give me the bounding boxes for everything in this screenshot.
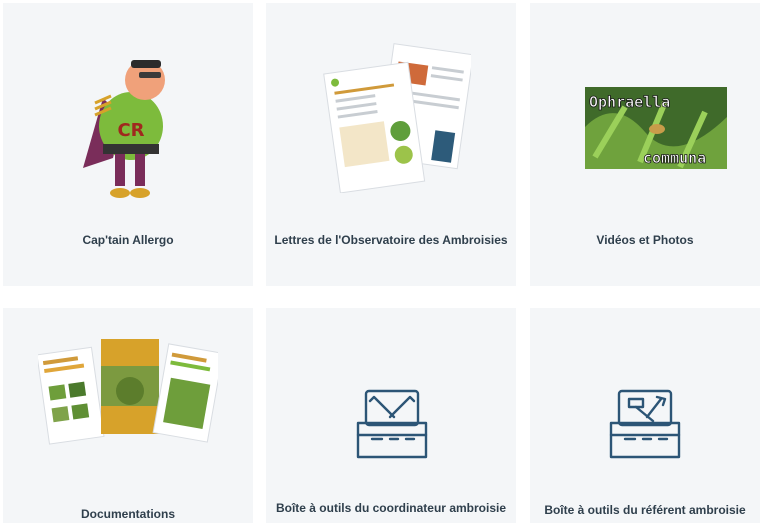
captain-allergo-mascot-icon: CR — [73, 48, 183, 203]
card-label: Lettres de l'Observatoire des Ambroisies — [274, 233, 508, 247]
card-toolbox-referent[interactable]: Boîte à outils du référent ambroisie — [530, 308, 760, 523]
card-captain-allergo[interactable]: CR Cap'tain Allergo — [3, 3, 253, 286]
video-title-line1: Ophraella — [589, 93, 670, 111]
card-lettres-observatoire[interactable]: Lettres de l'Observatoire des Ambroisies — [266, 3, 516, 286]
card-label: Cap'tain Allergo — [82, 233, 174, 247]
brochures-icon — [38, 336, 218, 446]
toolbox-hammer-icon — [607, 385, 683, 461]
svg-text:CR: CR — [117, 120, 144, 141]
card-toolbox-coordinateur[interactable]: Boîte à outils du coordinateur ambroisie — [266, 308, 516, 523]
newsletter-pages-icon — [321, 43, 471, 193]
card-label: Vidéos et Photos — [596, 233, 694, 247]
card-videos-photos[interactable]: Ophraella communa Vidéos et Photos — [530, 3, 760, 286]
video-thumbnail: Ophraella communa — [585, 87, 727, 169]
resource-grid: CR Cap'tain Allergo Lettres de l'Observa… — [0, 0, 760, 523]
card-label: Boîte à outils du coordinateur ambroisie — [275, 501, 507, 515]
card-label: Boîte à outils du référent ambroisie — [544, 503, 746, 517]
card-documentations[interactable]: Documentations — [3, 308, 253, 523]
toolbox-wrench-icon — [354, 385, 430, 461]
video-title-line2: communa — [643, 149, 706, 167]
